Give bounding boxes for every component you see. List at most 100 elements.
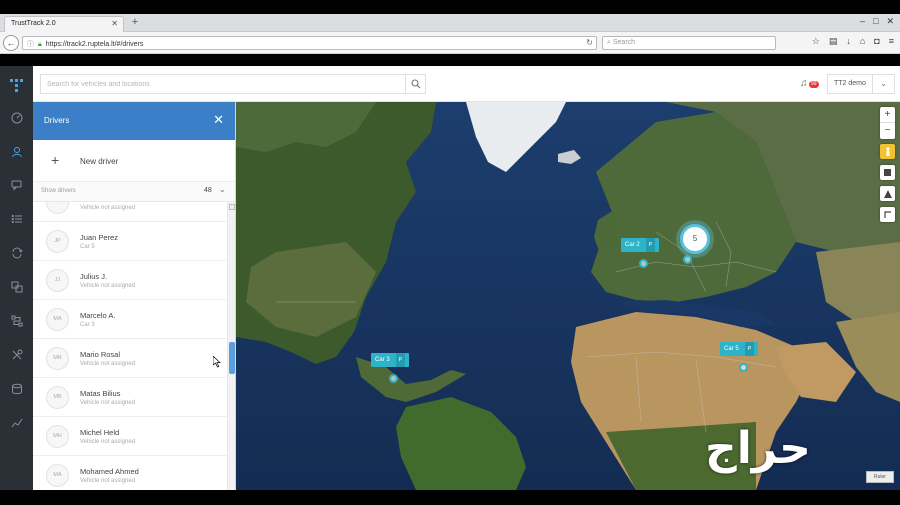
- magnifier-icon: [410, 79, 420, 89]
- tab-title: TrustTrack 2.0: [11, 20, 56, 27]
- list-item[interactable]: MH Michel Held Vehicle not assigned: [33, 417, 226, 456]
- avatar: JP: [46, 230, 69, 253]
- download-icon[interactable]: ↓: [846, 36, 851, 47]
- chevron-down-icon[interactable]: ⌄: [872, 75, 894, 93]
- pegman-icon: [885, 146, 890, 156]
- rail-item-messages[interactable]: [0, 175, 33, 195]
- list-scrollbar[interactable]: [227, 202, 235, 490]
- vehicle-cluster[interactable]: 5: [680, 224, 710, 254]
- zoom-control: + −: [880, 107, 895, 139]
- driver-vehicle: Vehicle not assigned: [80, 439, 136, 445]
- parked-badge: P: [395, 353, 406, 367]
- rail-item-list[interactable]: [0, 209, 33, 229]
- browser-search-box[interactable]: ⌕ Search: [602, 36, 776, 50]
- car-5-pin[interactable]: [739, 363, 748, 372]
- mouse-cursor-icon: [213, 356, 221, 368]
- bookmark-star-icon[interactable]: ☆: [812, 36, 820, 47]
- tab-close-icon[interactable]: ✕: [111, 19, 118, 28]
- search-icon: ⌕: [607, 39, 611, 46]
- drivers-panel: Drivers ✕ + New driver Show drivers 48 ⌄…: [33, 102, 236, 490]
- browser-tab[interactable]: TrustTrack 2.0 ✕: [4, 16, 124, 32]
- avatar: MA: [46, 308, 69, 331]
- list-item[interactable]: MA Marcelo A. Car 3: [33, 300, 226, 339]
- fullscreen-button[interactable]: [880, 207, 895, 222]
- chevron-down-icon[interactable]: ⌄: [219, 185, 226, 194]
- car-name: Car 5: [724, 346, 739, 352]
- back-arrow-icon[interactable]: ←: [3, 35, 19, 51]
- rail-item-routes[interactable]: [0, 311, 33, 331]
- list-item[interactable]: MR Mario Rosal Vehicle not assigned: [33, 339, 226, 378]
- driver-vehicle: Vehicle not assigned: [80, 283, 136, 289]
- show-drivers-filter[interactable]: Show drivers 48 ⌄: [33, 182, 235, 202]
- home-icon[interactable]: ⌂: [860, 36, 865, 47]
- zoom-in-button[interactable]: +: [880, 107, 895, 123]
- car-3-label[interactable]: Car 3 P: [371, 353, 410, 367]
- close-icon[interactable]: ✕: [213, 113, 224, 126]
- screen-top-bezel: [0, 0, 900, 14]
- show-drivers-label: Show drivers: [41, 188, 76, 194]
- rail-item-reports[interactable]: [0, 413, 33, 433]
- rail-item-objects[interactable]: [0, 277, 33, 297]
- rail-item-dashboard[interactable]: [0, 108, 33, 128]
- scroll-up-arrow[interactable]: [229, 204, 235, 210]
- compass-button[interactable]: [880, 186, 895, 201]
- route-icon: [11, 315, 22, 327]
- browser-tab-strip: TrustTrack 2.0 ✕ + – □ ✕: [0, 14, 900, 32]
- list-item[interactable]: MB Matas Bilius Vehicle not assigned: [33, 378, 226, 417]
- parked-badge: P: [645, 238, 656, 252]
- layers-icon: [11, 281, 22, 293]
- minimize-icon[interactable]: –: [860, 16, 865, 27]
- parked-badge: P: [744, 342, 755, 356]
- list-item[interactable]: JP Juan Perez Car 5: [33, 222, 226, 261]
- user-menu[interactable]: TT2 demo ⌄: [827, 74, 895, 94]
- maximize-icon[interactable]: □: [873, 16, 878, 27]
- reading-list-icon[interactable]: ▤: [829, 36, 838, 47]
- panel-title: Drivers: [44, 116, 70, 125]
- info-icon[interactable]: ⓘ: [27, 41, 34, 48]
- hamburger-menu-icon[interactable]: ≡: [889, 36, 894, 47]
- vehicle-search: [40, 74, 426, 94]
- new-tab-icon[interactable]: +: [129, 16, 141, 28]
- driver-name: Matas Bilius: [80, 389, 121, 398]
- gauge-icon: [11, 112, 22, 124]
- rail-item-sync[interactable]: [0, 243, 33, 263]
- reload-icon[interactable]: ↻: [586, 38, 593, 47]
- rail-item-fuel[interactable]: [0, 379, 33, 399]
- stop-button[interactable]: [880, 165, 895, 180]
- car-2-pin[interactable]: [639, 259, 648, 268]
- avatar: MR: [46, 347, 69, 370]
- avatar: MA: [46, 464, 69, 487]
- fullscreen-icon: [883, 210, 891, 218]
- vehicle-search-input[interactable]: [41, 75, 405, 93]
- notifications[interactable]: ♫ 99: [800, 78, 819, 90]
- car-3-pin[interactable]: [389, 374, 398, 383]
- car-name: Car 3: [375, 357, 390, 363]
- rail-item-tools[interactable]: [0, 345, 33, 365]
- street-view-button[interactable]: [880, 144, 895, 159]
- car-5-label[interactable]: Car 5 P: [720, 342, 759, 356]
- new-driver-label: New driver: [80, 157, 119, 166]
- driver-vehicle: Car 3: [80, 322, 95, 328]
- rail-item-drivers[interactable]: [0, 142, 33, 162]
- list-item[interactable]: MA Mohamed Ahmed Vehicle not assigned: [33, 456, 226, 490]
- close-window-icon[interactable]: ✕: [886, 16, 894, 27]
- watermark-logo: حراج: [705, 423, 811, 474]
- url-text: https://track2.ruptela.lt/#/drivers: [45, 41, 144, 48]
- app-logo[interactable]: [0, 66, 33, 102]
- search-button[interactable]: [405, 75, 425, 93]
- avatar: [46, 202, 69, 214]
- cluster-car-pin[interactable]: [683, 255, 692, 264]
- list-item[interactable]: JJ Julius J. Vehicle not assigned: [33, 261, 226, 300]
- panel-header: Drivers ✕: [33, 102, 235, 140]
- address-bar[interactable]: ⓘ 🔒︎ https://track2.ruptela.lt/#/drivers ↻: [22, 36, 597, 50]
- chat-icon: [11, 180, 21, 191]
- list-item[interactable]: Vehicle not assigned: [33, 202, 226, 222]
- map-ruler-badge[interactable]: Ruler: [866, 471, 894, 483]
- zoom-out-button[interactable]: −: [880, 123, 895, 139]
- car-2-label[interactable]: Car 2 P: [621, 238, 660, 252]
- new-driver-button[interactable]: + New driver: [33, 140, 235, 182]
- triangle-up-icon: [883, 189, 892, 198]
- scroll-thumb[interactable]: [229, 342, 235, 374]
- driver-vehicle: Car 5: [80, 244, 95, 250]
- pocket-icon[interactable]: ◘: [874, 36, 879, 47]
